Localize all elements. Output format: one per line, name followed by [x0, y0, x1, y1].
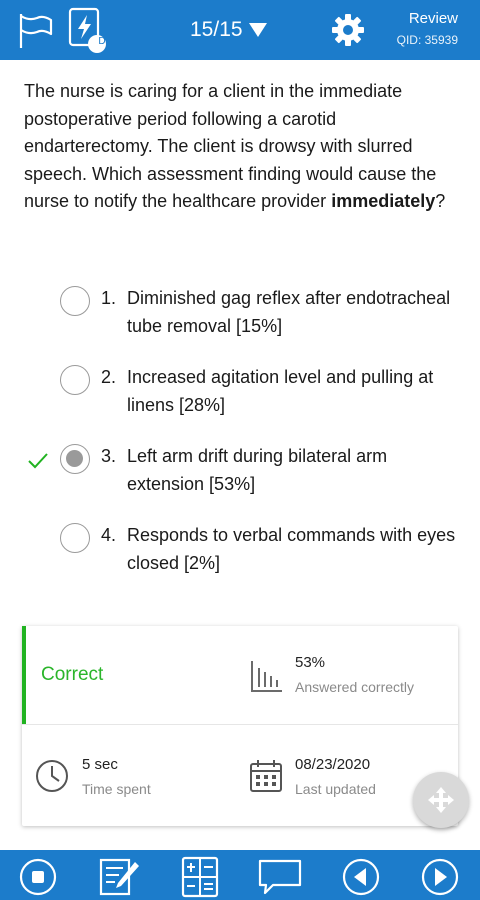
next-button[interactable] [416, 854, 464, 900]
result-label: Correct [41, 664, 104, 685]
stats-card: Correct 53% Answered correctly 5 sec Tim… [22, 626, 458, 826]
notes-icon [99, 858, 139, 896]
radio-button-selected[interactable] [60, 444, 90, 474]
correct-accent-bar [22, 626, 26, 724]
review-label: Review [408, 10, 458, 27]
question-stem: The nurse is caring for a client in the … [24, 78, 454, 216]
review-info: Review QID: 35939 [397, 10, 458, 47]
flag-button[interactable] [10, 6, 60, 54]
feedback-icon [258, 859, 302, 895]
time-value: 5 sec [82, 756, 118, 773]
percent-label: Answered correctly [295, 679, 415, 695]
feedback-button[interactable] [256, 854, 304, 900]
clock-icon [36, 760, 68, 792]
calculator-icon [181, 856, 219, 898]
percent-value: 53% [295, 654, 326, 671]
qid-label: QID: 35939 [396, 33, 458, 47]
move-fab-button[interactable] [413, 772, 469, 828]
bottom-toolbar [0, 850, 480, 900]
option-text: Increased agitation level and pulling at… [127, 367, 434, 415]
question-emphasis: immediately [331, 191, 436, 211]
answer-option-2[interactable]: 2. Increased agitation level and pulling… [0, 363, 480, 423]
option-number: 3. [101, 446, 117, 466]
radio-button[interactable] [60, 365, 90, 395]
flashcard-badge: D [98, 36, 106, 47]
previous-button[interactable] [337, 854, 385, 900]
notes-button[interactable] [95, 854, 143, 900]
next-icon [421, 858, 459, 896]
date-label: Last updated [295, 781, 376, 797]
answer-option-4[interactable]: 4. Responds to verbal commands with eyes… [0, 521, 480, 581]
settings-button[interactable] [324, 6, 372, 54]
option-text: Left arm drift during bilateral arm exte… [127, 446, 388, 494]
option-number: 4. [101, 525, 117, 545]
stop-button[interactable] [14, 854, 62, 900]
checkmark-icon [28, 453, 48, 469]
counter-text: 15/15 [190, 18, 243, 41]
answer-option-1[interactable]: 1. Diminished gag reflex after endotrach… [0, 284, 480, 344]
option-text: Diminished gag reflex after endotracheal… [127, 288, 451, 336]
top-bar: D 15/15 Review QID: 35939 [0, 0, 480, 60]
question-end: ? [435, 191, 446, 211]
date-value: 08/23/2020 [295, 756, 371, 773]
answer-option-3[interactable]: 3. Left arm drift during bilateral arm e… [0, 442, 480, 502]
move-icon [428, 787, 454, 813]
calendar-icon [250, 760, 282, 792]
calculator-button[interactable] [176, 854, 224, 900]
flashcard-button[interactable]: D [64, 6, 114, 54]
time-label: Time spent [82, 781, 151, 797]
previous-icon [342, 858, 380, 896]
stop-icon [19, 858, 57, 896]
gear-icon [332, 14, 364, 46]
radio-button[interactable] [60, 523, 90, 553]
card-divider [22, 724, 458, 725]
option-number: 1. [101, 288, 117, 308]
radio-button[interactable] [60, 286, 90, 316]
option-number: 2. [101, 367, 117, 387]
flag-icon [19, 14, 53, 48]
option-text: Responds to verbal commands with eyes cl… [127, 525, 456, 573]
question-counter[interactable]: 15/15 [190, 15, 267, 45]
bar-chart-icon [251, 661, 282, 692]
dropdown-triangle-icon [248, 23, 267, 37]
